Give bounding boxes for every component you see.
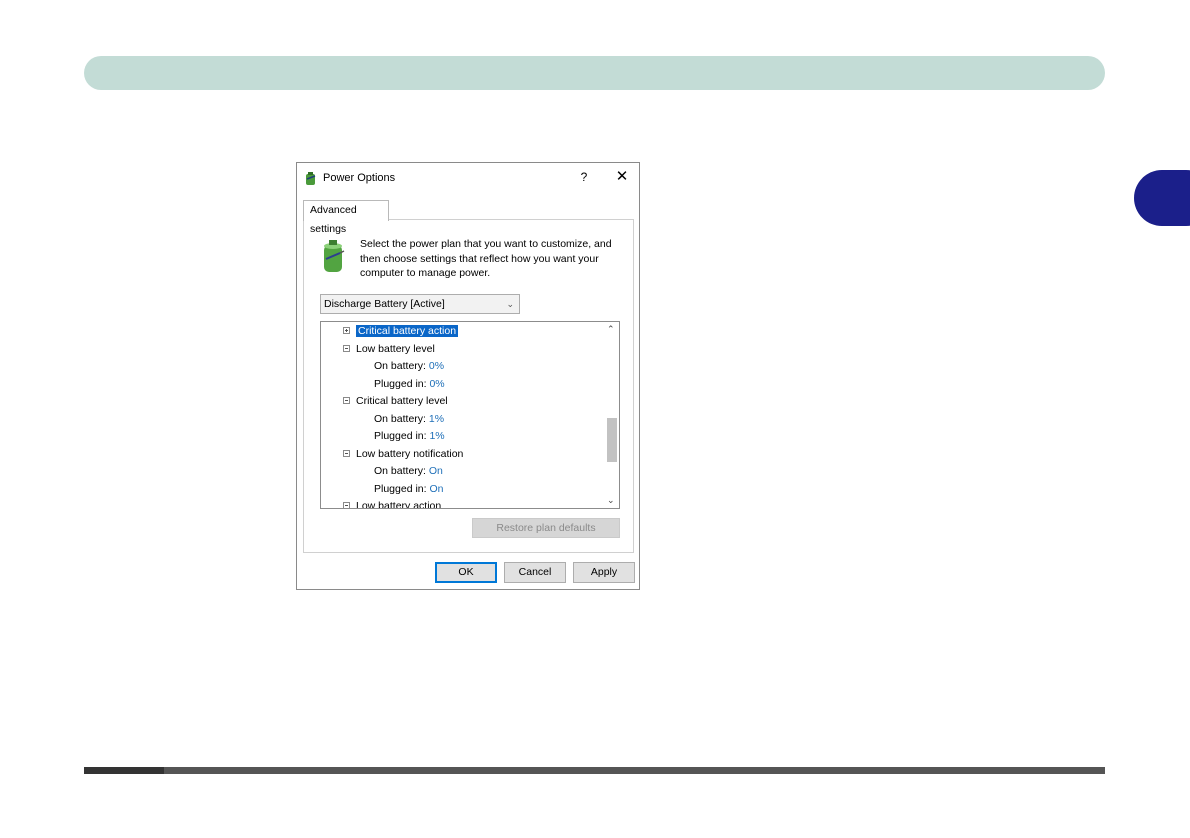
help-button[interactable]: ? bbox=[577, 170, 591, 186]
tree-item-value[interactable]: 0% bbox=[429, 360, 444, 372]
cancel-button[interactable]: Cancel bbox=[504, 562, 566, 583]
tree-item-label: Low battery level bbox=[356, 343, 435, 355]
tree-scrollbar[interactable]: ⌃ ⌄ bbox=[605, 322, 619, 508]
tree-item-critical-battery-action[interactable]: Critical battery action bbox=[343, 323, 459, 340]
battery-icon bbox=[324, 240, 345, 272]
footer-rule bbox=[84, 767, 1105, 774]
tree-item-critical-level-on-battery[interactable]: On battery: 1% bbox=[374, 411, 444, 428]
tree-item-value[interactable]: 1% bbox=[429, 413, 444, 425]
collapse-minus-icon[interactable] bbox=[343, 344, 350, 352]
tree-item-low-level-plugged-in[interactable]: Plugged in: 0% bbox=[374, 376, 445, 393]
tree-item-label: On battery: bbox=[374, 465, 426, 477]
tree-item-value[interactable]: 1% bbox=[429, 430, 444, 442]
power-options-icon bbox=[306, 172, 316, 185]
tree-item-low-battery-level[interactable]: Low battery level bbox=[343, 341, 435, 358]
tree-item-value[interactable]: On bbox=[429, 483, 443, 495]
tree-item-label: Plugged in: bbox=[374, 430, 427, 442]
dialog-title: Power Options bbox=[323, 172, 396, 184]
collapse-minus-icon[interactable] bbox=[343, 501, 350, 508]
settings-tree[interactable]: Critical battery action Low battery leve… bbox=[320, 321, 620, 509]
tree-item-notification-plugged-in[interactable]: Plugged in: On bbox=[374, 481, 443, 498]
tree-item-label: On battery: bbox=[374, 360, 426, 372]
tree-item-value[interactable]: 0% bbox=[429, 378, 444, 390]
scroll-thumb[interactable] bbox=[607, 418, 617, 462]
scroll-down-icon[interactable]: ⌄ bbox=[607, 495, 615, 506]
scroll-up-icon[interactable]: ⌃ bbox=[607, 324, 615, 335]
tree-item-critical-level-plugged-in[interactable]: Plugged in: 1% bbox=[374, 428, 445, 445]
tree-item-label: On battery: bbox=[374, 413, 426, 425]
tree-item-label: Critical battery level bbox=[356, 395, 448, 407]
power-plan-select-value: Discharge Battery [Active] bbox=[324, 298, 445, 310]
advanced-settings-panel: Select the power plan that you want to c… bbox=[303, 219, 634, 553]
page-header-bar bbox=[84, 56, 1105, 90]
tree-item-notification-on-battery[interactable]: On battery: On bbox=[374, 463, 443, 480]
apply-button[interactable]: Apply bbox=[573, 562, 635, 583]
dialog-titlebar: Power Options ? ✕ bbox=[297, 163, 639, 193]
expand-plus-icon[interactable] bbox=[343, 326, 350, 334]
tree-item-low-battery-action[interactable]: Low battery action bbox=[343, 498, 442, 509]
tree-item-low-level-on-battery[interactable]: On battery: 0% bbox=[374, 358, 444, 375]
power-options-dialog: Power Options ? ✕ Advanced settings Sele… bbox=[296, 162, 640, 590]
tab-advanced-settings[interactable]: Advanced settings bbox=[303, 200, 389, 235]
instruction-text: Select the power plan that you want to c… bbox=[360, 238, 612, 279]
power-plan-select[interactable]: Discharge Battery [Active] ⌄ bbox=[320, 294, 520, 314]
chapter-side-tab bbox=[1134, 170, 1190, 226]
tree-item-label: Plugged in: bbox=[374, 483, 427, 495]
restore-plan-defaults-button[interactable]: Restore plan defaults bbox=[472, 518, 620, 538]
chevron-down-icon: ⌄ bbox=[506, 299, 514, 309]
tree-item-label: Critical battery action bbox=[356, 325, 459, 337]
collapse-minus-icon[interactable] bbox=[343, 396, 350, 404]
tree-item-label: Low battery action bbox=[356, 500, 442, 509]
tree-item-label: Plugged in: bbox=[374, 378, 427, 390]
collapse-minus-icon[interactable] bbox=[343, 449, 350, 457]
ok-button[interactable]: OK bbox=[435, 562, 497, 583]
tree-item-value[interactable]: On bbox=[429, 465, 443, 477]
tree-item-label: Low battery notification bbox=[356, 448, 464, 460]
tree-item-critical-battery-level[interactable]: Critical battery level bbox=[343, 393, 448, 410]
tree-item-low-battery-notification[interactable]: Low battery notification bbox=[343, 446, 463, 463]
close-button[interactable]: ✕ bbox=[613, 168, 631, 186]
